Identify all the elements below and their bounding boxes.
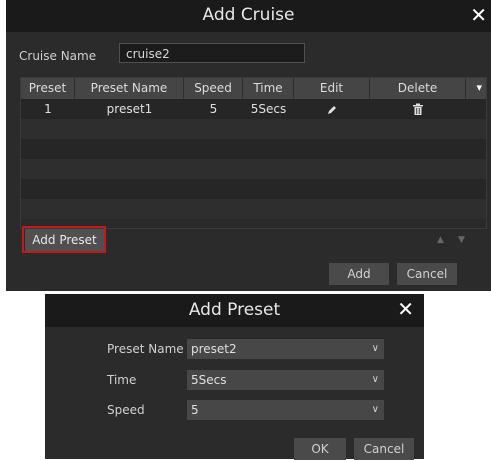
cancel-button[interactable]: Cancel	[354, 438, 414, 460]
table-row-empty	[21, 139, 486, 159]
speed-select[interactable]: 5 ∨	[187, 400, 384, 420]
add-button[interactable]: Add	[329, 263, 389, 285]
time-value: 5Secs	[191, 373, 227, 387]
table-row-empty	[21, 199, 486, 219]
cell-speed: 5	[209, 102, 218, 116]
arrow-down-icon[interactable]: ▼	[458, 235, 465, 245]
speed-value: 5	[191, 403, 199, 417]
chevron-down-icon: ∨	[371, 374, 379, 385]
speed-label: Speed	[107, 403, 145, 417]
arrow-up-icon[interactable]: ▲	[437, 235, 444, 245]
time-select[interactable]: 5Secs ∨	[187, 370, 384, 390]
trash-icon[interactable]	[370, 99, 466, 119]
column-header-edit[interactable]: Edit	[294, 78, 370, 99]
dialog-title: Add Preset	[188, 300, 281, 320]
close-icon[interactable]: ✕	[397, 297, 414, 321]
column-header-time[interactable]: Time	[243, 78, 294, 99]
pencil-icon[interactable]	[294, 99, 370, 119]
table-header: Preset Preset Name Speed Time Edit Delet…	[21, 78, 486, 99]
table-row-empty	[21, 179, 486, 199]
column-header-speed[interactable]: Speed	[184, 78, 243, 99]
add-preset-dialog: Add Preset ✕ Preset Name preset2 ∨ Time …	[45, 294, 424, 460]
preset-table: Preset Preset Name Speed Time Edit Delet…	[20, 77, 487, 229]
cruise-name-input[interactable]: cruise2	[119, 43, 305, 63]
preset-name-select[interactable]: preset2 ∨	[187, 339, 384, 359]
chevron-down-icon[interactable]: ▾	[476, 81, 482, 94]
cell-time: 5Secs	[250, 102, 287, 116]
preset-name-label: Preset Name	[107, 342, 184, 356]
preset-name-value: preset2	[191, 342, 237, 356]
column-header-delete[interactable]: Delete	[370, 78, 466, 99]
cancel-button[interactable]: Cancel	[397, 263, 457, 285]
table-row-empty	[21, 119, 486, 139]
ok-button[interactable]: OK	[294, 438, 346, 460]
time-label: Time	[107, 373, 137, 387]
cell-preset: 1	[44, 102, 52, 116]
column-header-preset-name[interactable]: Preset Name	[75, 78, 184, 99]
chevron-down-icon: ∨	[371, 343, 379, 354]
cruise-name-label: Cruise Name	[19, 49, 97, 63]
table-row[interactable]: 1 preset1 5 5Secs	[21, 99, 486, 119]
cell-preset-name: preset1	[106, 102, 153, 116]
chevron-down-icon: ∨	[371, 404, 379, 415]
highlight-box	[22, 226, 106, 253]
column-header-preset[interactable]: Preset	[21, 78, 75, 99]
close-icon[interactable]: ✕	[470, 3, 487, 27]
dialog-title: Add Cruise	[202, 5, 295, 25]
add-cruise-dialog: Add Cruise ✕ Cruise Name cruise2 Preset …	[6, 0, 491, 291]
table-row-empty	[21, 159, 486, 179]
